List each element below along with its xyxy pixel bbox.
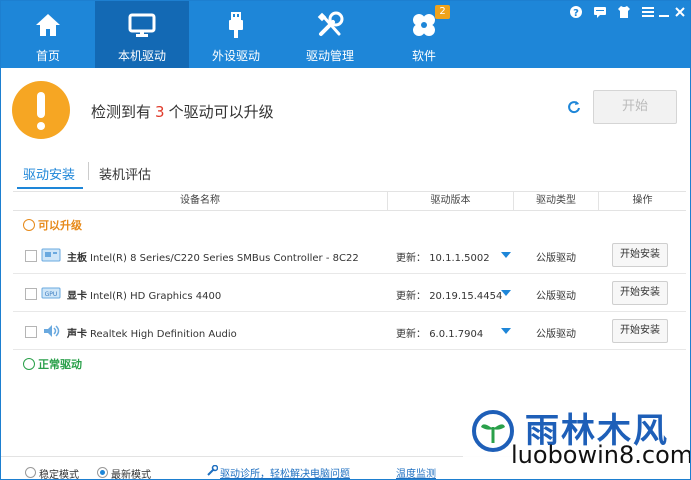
device-category: 显卡 [67,291,87,302]
help-icon[interactable]: ? [569,5,583,19]
version-number: 20.19.15.4454 [429,291,503,302]
monitor-icon [128,13,156,37]
driver-type: 公版驱动 [536,329,576,340]
home-icon [36,14,60,36]
driver-version: 更新： 20.19.15.4454 [396,287,502,302]
version-number: 10.1.1.5002 [429,253,490,264]
start-install-button[interactable]: 开始安装 [612,319,668,343]
nav-peripheral-drivers-label: 外设驱动 [211,49,260,63]
top-nav-bar: 首页 本机驱动 外设驱动 驱动管理 软件 2 ? [1,1,690,68]
status-suffix: 个驱动可以升级 [168,103,274,121]
driver-type: 公版驱动 [536,291,576,302]
group-upgradable-label: 可以升级 [38,219,82,232]
skin-icon[interactable] [617,5,631,19]
row-checkbox[interactable] [25,288,37,300]
close-icon[interactable] [673,5,687,19]
mode-latest-label: 最新模式 [111,470,151,480]
device-name: 显卡 Intel(R) HD Graphics 4400 [67,287,221,302]
speaker-icon [44,325,60,337]
table-row: 主板 Intel(R) 8 Series/C220 Series SMBus Co… [13,236,686,274]
temperature-monitor-link[interactable]: 温度监测 [396,465,436,479]
start-install-button[interactable]: 开始安装 [612,281,668,305]
version-prefix: 更新： [396,329,426,340]
nav-driver-manage[interactable]: 驱动管理 [283,1,377,68]
subtab-divider [88,162,89,180]
nav-home[interactable]: 首页 [1,1,95,68]
version-number: 6.0.1.7904 [429,329,484,340]
device-model: Realtek High Definition Audio [90,329,237,340]
feedback-icon[interactable] [593,5,607,19]
tab-driver-install[interactable]: 驱动安装 [23,164,75,183]
upgrade-count-text: 检测到有 3 个驱动可以升级 [91,101,274,122]
svg-text:?: ? [573,8,579,19]
mode-stable-label: 稳定模式 [39,470,79,480]
table-row: 声卡 Realtek High Definition Audio 更新： 6.0.… [13,312,686,350]
status-prefix: 检测到有 [91,103,152,121]
version-prefix: 更新： [396,253,426,264]
nav-local-drivers-label: 本机驱动 [117,49,166,63]
upgrade-count: 3 [155,103,165,121]
tools-icon [317,11,344,36]
device-category: 声卡 [67,329,87,340]
menu-icon[interactable] [641,5,655,19]
nav-driver-manage-label: 驱动管理 [305,49,354,63]
header-driver-type: 驱动类型 [513,192,598,210]
version-dropdown-icon[interactable] [501,252,511,258]
minimize-icon[interactable] [657,5,671,19]
header-device-name: 设备名称 [180,195,220,206]
version-prefix: 更新： [396,291,426,302]
start-install-button[interactable]: 开始安装 [612,243,668,267]
device-category: 主板 [67,253,87,264]
header-driver-version: 驱动版本 [387,192,513,210]
table-header: 设备名称 驱动版本 驱动类型 操作 [13,191,686,211]
mode-latest-radio[interactable] [97,467,108,478]
scan-status-banner: 检测到有 3 个驱动可以升级 [1,68,690,150]
device-model: Intel(R) HD Graphics 4400 [90,291,222,302]
row-checkbox[interactable] [25,250,37,262]
driver-version: 更新： 10.1.1.5002 [396,249,490,264]
mode-stable-radio[interactable] [25,467,36,478]
start-button[interactable]: 开始 [593,90,677,124]
tab-install-assessment[interactable]: 装机评估 [99,164,151,183]
chevron-down-icon [23,219,35,231]
software-update-badge: 2 [435,5,450,19]
watermark-logo-icon [472,410,514,452]
device-name: 主板 Intel(R) 8 Series/C220 Series SMBus Co… [67,249,359,264]
device-model: Intel(R) 8 Series/C220 Series SMBus Cont… [90,253,359,264]
svg-text:GPU: GPU [45,291,58,298]
refresh-icon[interactable] [567,100,581,114]
driver-type: 公版驱动 [536,253,576,264]
version-dropdown-icon[interactable] [501,328,511,334]
table-row: GPU 显卡 Intel(R) HD Graphics 4400 更新： 20.1… [13,274,686,312]
header-action: 操作 [598,192,686,210]
gpu-icon: GPU [41,287,61,299]
motherboard-icon [41,248,61,262]
nav-local-drivers[interactable]: 本机驱动 [95,1,189,68]
version-dropdown-icon[interactable] [501,290,511,296]
group-normal-label: 正常驱动 [38,358,82,371]
group-upgradable[interactable]: 可以升级 [23,217,82,233]
nav-software[interactable]: 软件 [377,1,471,68]
active-tab-indicator [17,187,83,189]
driver-clinic-link[interactable]: 驱动诊所，轻松解决电脑问题 [220,465,350,479]
driver-app-window: 首页 本机驱动 外设驱动 驱动管理 软件 2 ? 检测到有 3 个驱动可以升级 … [0,0,691,480]
watermark-en: luobowin8.com [511,441,691,469]
subtab-bar: 驱动安装 装机评估 [1,151,690,191]
wrench-icon [207,465,218,476]
driver-version: 更新： 6.0.1.7904 [396,325,483,340]
row-checkbox[interactable] [25,326,37,338]
group-normal-drivers[interactable]: 正常驱动 [23,356,82,372]
nav-software-label: 软件 [411,49,436,63]
watermark: 雨林木风 luobowin8.com [463,401,691,473]
nav-peripheral-drivers[interactable]: 外设驱动 [189,1,283,68]
usb-icon [229,12,243,38]
nav-home-label: 首页 [35,49,60,63]
chevron-right-icon [23,358,35,370]
warning-icon [12,81,70,139]
device-name: 声卡 Realtek High Definition Audio [67,325,237,340]
